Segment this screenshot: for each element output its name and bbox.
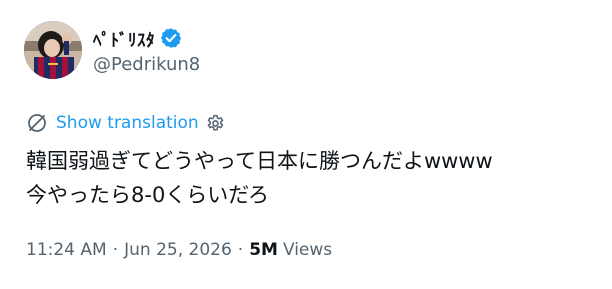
views-label: Views (282, 240, 333, 260)
verified-badge-icon[interactable] (160, 27, 182, 49)
tweet-header: ﾍﾟﾄﾞﾘｽﾀ @Pedrikun8 (24, 21, 200, 79)
views-count: 5M (249, 240, 278, 260)
meta-separator: · (237, 240, 244, 260)
tweet-meta: 11:24 AM · Jun 25, 2026 · 5M Views (26, 240, 332, 260)
timestamp-date[interactable]: Jun 25, 2026 (124, 240, 232, 260)
meta-separator: · (112, 240, 119, 260)
tweet-line: 韓国弱過ぎてどうやって日本に勝つんだよwwww (26, 149, 493, 173)
tweet-text: 韓国弱過ぎてどうやって日本に勝つんだよwwww 今やったら8-0くらいだろ (26, 144, 606, 212)
avatar-photo (24, 21, 82, 79)
tweet-line: 今やったら8-0くらいだろ (26, 183, 270, 207)
gear-icon[interactable] (205, 113, 226, 134)
display-name-row: ﾍﾟﾄﾞﾘｽﾀ (93, 25, 200, 51)
translate-row: Show translation (26, 110, 226, 136)
author-handle[interactable]: @Pedrikun8 (93, 54, 200, 75)
author-names: ﾍﾟﾄﾞﾘｽﾀ @Pedrikun8 (93, 25, 200, 75)
show-translation-link[interactable]: Show translation (56, 113, 199, 133)
timestamp-time[interactable]: 11:24 AM (26, 240, 107, 260)
translate-icon (26, 112, 48, 134)
tweet-card: ﾍﾟﾄﾞﾘｽﾀ @Pedrikun8 Show translation 韓国弱過… (0, 0, 612, 289)
display-name[interactable]: ﾍﾟﾄﾞﾘｽﾀ (93, 26, 155, 51)
avatar[interactable] (24, 21, 82, 79)
